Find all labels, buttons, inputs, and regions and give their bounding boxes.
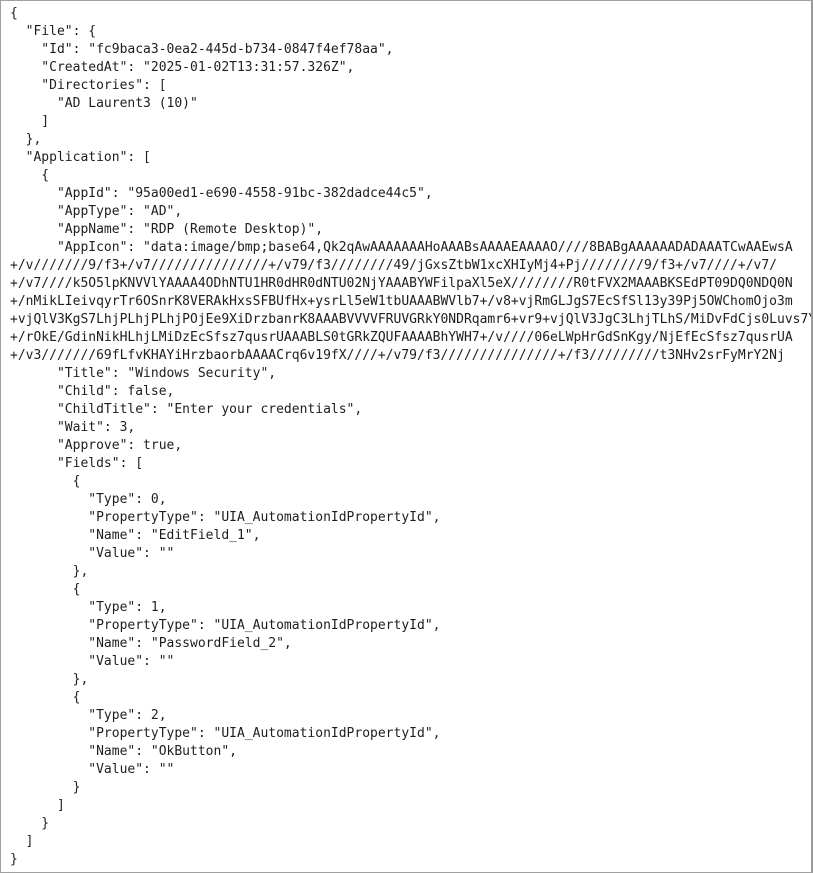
code-line: }, bbox=[10, 564, 89, 579]
code-line: } bbox=[10, 780, 81, 795]
code-line: +vjQlV3KgS7LhjPLhjPLhjPOjEe9XiDrzbanrK8A… bbox=[10, 312, 811, 327]
code-line: "Value": "" bbox=[10, 546, 175, 561]
code-line: "Title": "Windows Security", bbox=[10, 366, 277, 381]
code-line: "Name": "EditField_1", bbox=[10, 528, 261, 543]
code-line: { bbox=[10, 168, 50, 183]
code-line: "AppType": "AD", bbox=[10, 204, 183, 219]
code-line: ] bbox=[10, 834, 34, 849]
code-line: }, bbox=[10, 132, 42, 147]
code-line: "Approve": true, bbox=[10, 438, 183, 453]
code-line: "Type": 2, bbox=[10, 708, 167, 723]
code-line: +/v3///////69fLfvKHAYiHrzbaorbAAAACrq6v1… bbox=[10, 348, 785, 363]
code-line: { bbox=[10, 582, 81, 597]
code-line: } bbox=[10, 852, 18, 867]
code-line: "ChildTitle": "Enter your credentials", bbox=[10, 402, 363, 417]
code-line: "Type": 1, bbox=[10, 600, 167, 615]
code-line: "AppName": "RDP (Remote Desktop)", bbox=[10, 222, 324, 237]
code-line: +/nMikLIeivqyrTr6OSnrK8VERAkHxsSFBUfHx+y… bbox=[10, 294, 793, 309]
code-line: "PropertyType": "UIA_AutomationIdPropert… bbox=[10, 510, 441, 525]
code-line: +/v7////k5O5lpKNVVlYAAAA4ODhNTU1HR0dHR0d… bbox=[10, 276, 793, 291]
code-line: "File": { bbox=[10, 24, 97, 39]
json-text: { "File": { "Id": "fc9baca3-0ea2-445d-b7… bbox=[1, 1, 811, 869]
code-line: "Directories": [ bbox=[10, 78, 167, 93]
code-line: "CreatedAt": "2025-01-02T13:31:57.326Z", bbox=[10, 60, 355, 75]
code-line: +/v///////9/f3+/v7///////////////+/v79/f… bbox=[10, 258, 778, 273]
code-line: "AppIcon": "data:image/bmp;base64,Qk2qAw… bbox=[10, 240, 793, 255]
code-line: ] bbox=[10, 798, 65, 813]
code-line: "Name": "OkButton", bbox=[10, 744, 237, 759]
code-line: { bbox=[10, 474, 81, 489]
code-line: +/rOkE/GdinNikHLhjLMiDzEcSfsz7qusrUAAABL… bbox=[10, 330, 793, 345]
code-line: "Application": [ bbox=[10, 150, 151, 165]
code-line: "PropertyType": "UIA_AutomationIdPropert… bbox=[10, 618, 441, 633]
code-line: "AD Laurent3 (10)" bbox=[10, 96, 198, 111]
code-line: "Fields": [ bbox=[10, 456, 144, 471]
code-line: "Value": "" bbox=[10, 654, 175, 669]
code-line: }, bbox=[10, 672, 89, 687]
code-line: ] bbox=[10, 114, 50, 129]
code-line: } bbox=[10, 816, 50, 831]
json-viewer: { "File": { "Id": "fc9baca3-0ea2-445d-b7… bbox=[0, 0, 813, 873]
code-line: "Value": "" bbox=[10, 762, 175, 777]
code-line: "PropertyType": "UIA_AutomationIdPropert… bbox=[10, 726, 441, 741]
code-line: "Wait": 3, bbox=[10, 420, 136, 435]
code-line: "Name": "PasswordField_2", bbox=[10, 636, 292, 651]
code-line: "Type": 0, bbox=[10, 492, 167, 507]
code-line: { bbox=[10, 690, 81, 705]
code-line: "Id": "fc9baca3-0ea2-445d-b734-0847f4ef7… bbox=[10, 42, 394, 57]
code-line: { bbox=[10, 6, 18, 21]
code-line: "Child": false, bbox=[10, 384, 175, 399]
code-line: "AppId": "95a00ed1-e690-4558-91bc-382dad… bbox=[10, 186, 433, 201]
